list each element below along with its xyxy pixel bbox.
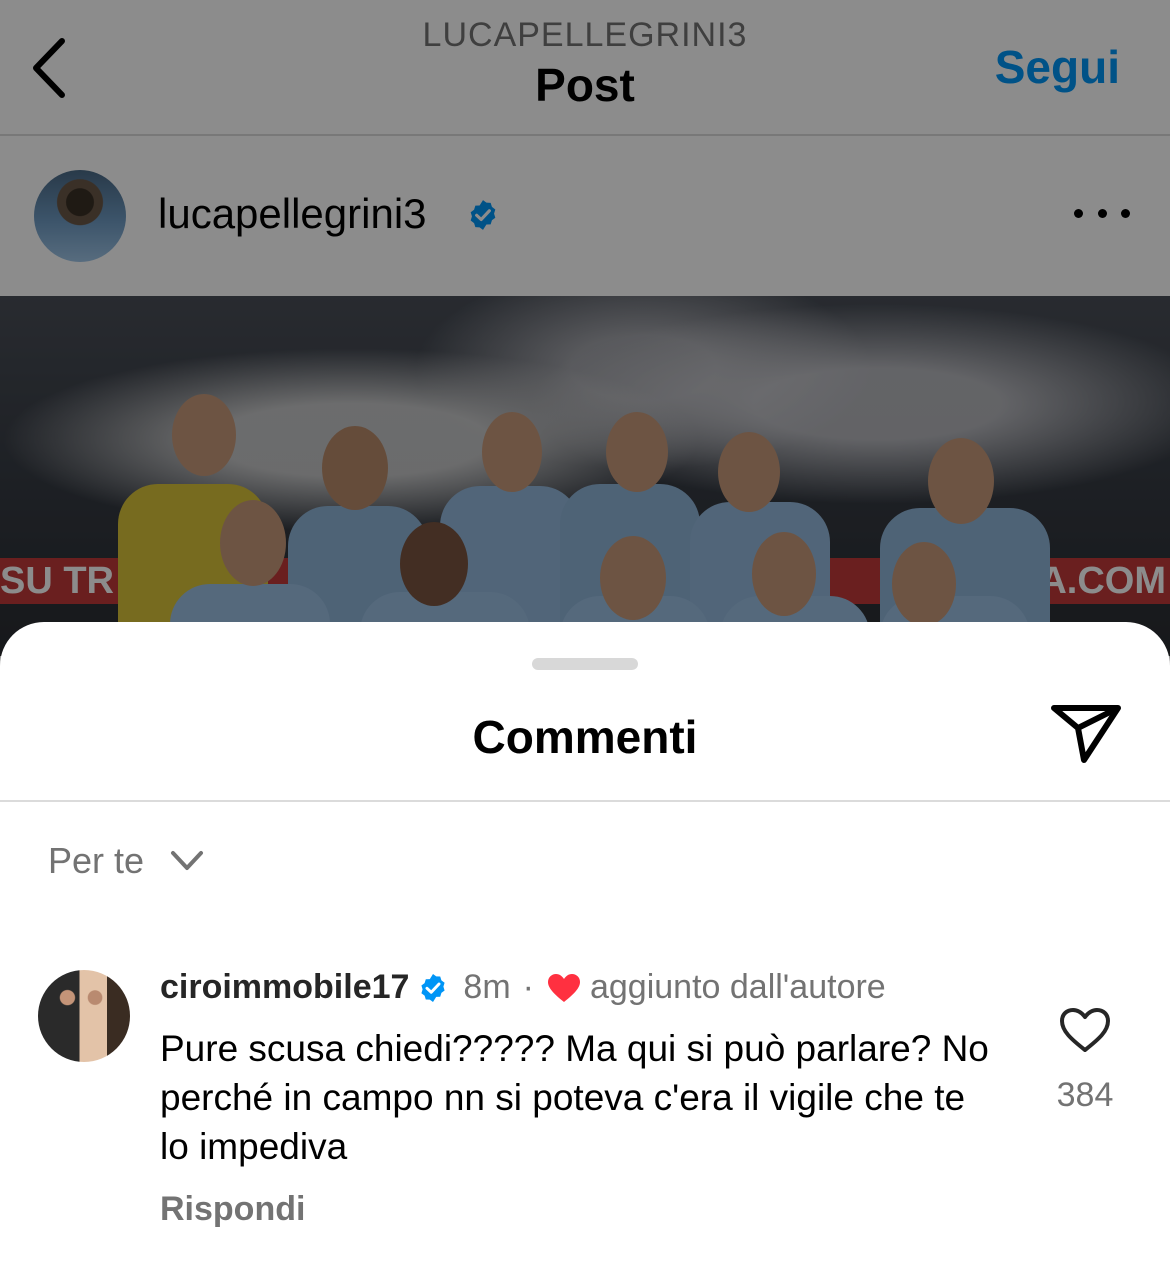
like-count: 384 — [1056, 1076, 1114, 1114]
paper-plane-icon[interactable] — [1050, 702, 1122, 766]
sort-label: Per te — [48, 840, 145, 881]
comments-title: Commenti — [472, 711, 698, 763]
commenter-avatar[interactable] — [38, 970, 130, 1062]
comment-meta: ciroimmobile17 8m · aggiunto dall'autore — [160, 968, 886, 1007]
comment-timestamp: 8m — [463, 968, 511, 1006]
sheet-grabber-handle[interactable] — [532, 658, 638, 670]
meta-separator: · — [522, 968, 534, 1006]
heart-outline-icon[interactable] — [1058, 1006, 1112, 1054]
reply-button[interactable]: Rispondi — [160, 1190, 305, 1229]
comments-sheet: Commenti Per te ciroimmobile17 8m · aggi… — [0, 622, 1170, 1265]
chevron-down-icon — [171, 851, 204, 870]
comment-text: Pure scusa chiedi????? Ma qui si può par… — [160, 1028, 989, 1167]
heart-filled-icon — [547, 973, 580, 1002]
verified-badge-icon — [421, 973, 446, 1002]
comment-sort-dropdown[interactable]: Per te — [48, 840, 204, 882]
comment-item: ciroimmobile17 8m · aggiunto dall'autore… — [0, 962, 1170, 1242]
sheet-divider — [0, 800, 1170, 802]
liked-by-author-label: aggiunto dall'autore — [589, 968, 886, 1006]
commenter-username[interactable]: ciroimmobile17 — [160, 968, 409, 1007]
